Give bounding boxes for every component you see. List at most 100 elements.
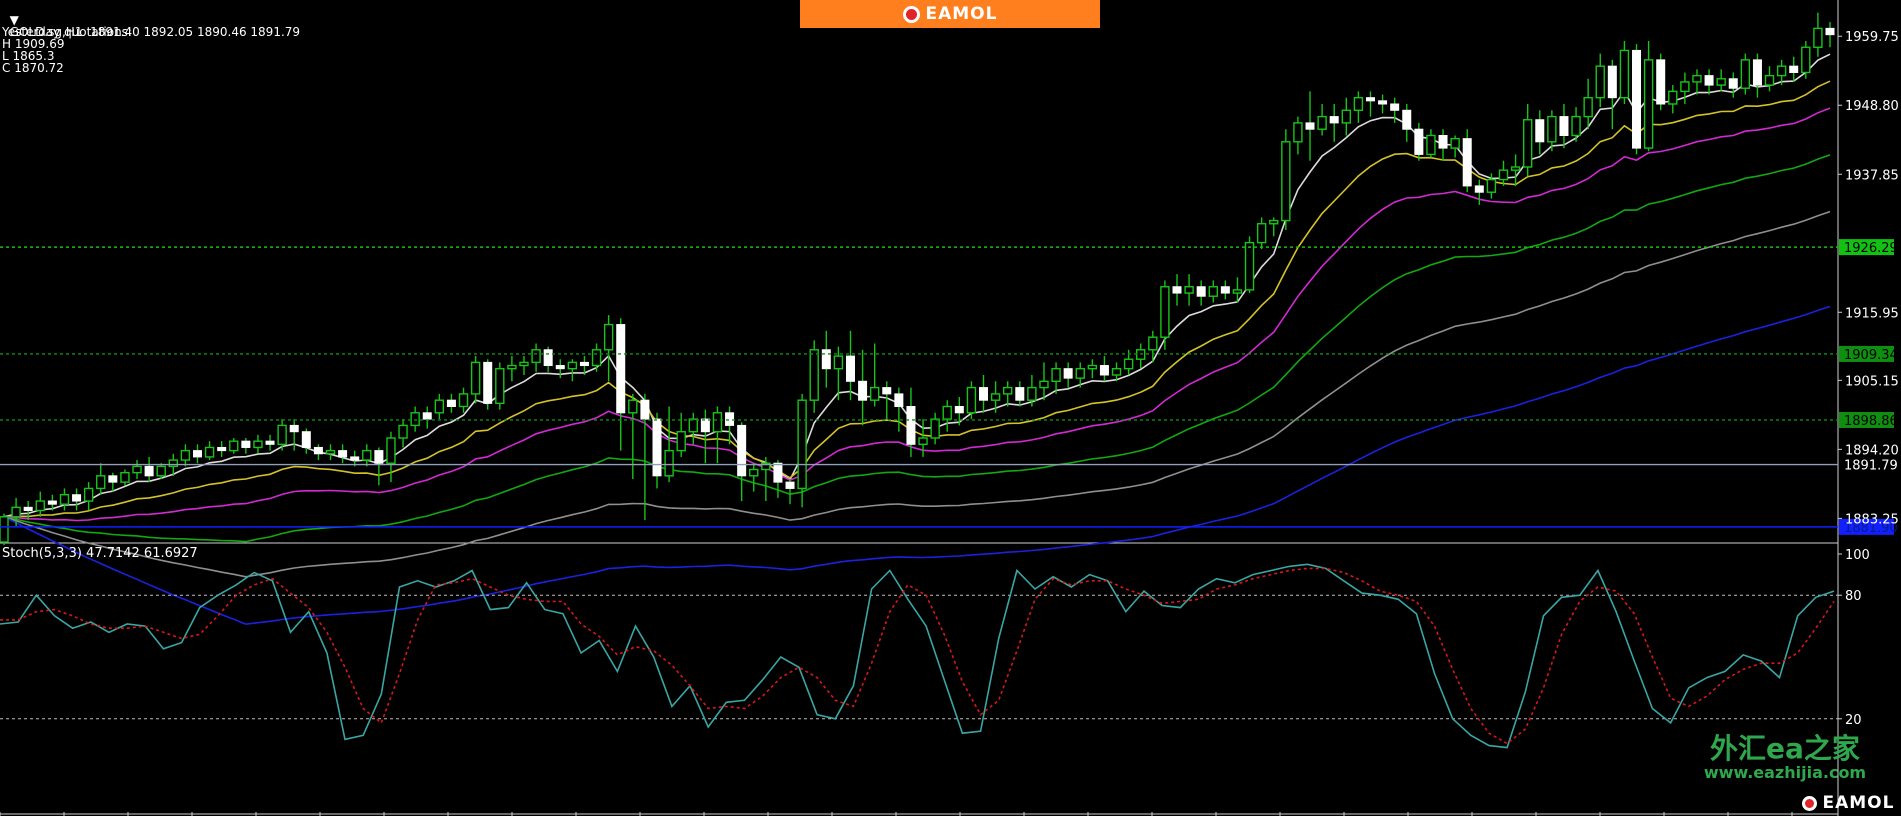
candle (398, 419, 408, 448)
candle-body-up (1317, 115, 1327, 130)
candle (628, 393, 638, 479)
candle-body-up (11, 506, 21, 518)
candle (434, 393, 445, 420)
candle-body-up (325, 449, 336, 455)
level-label: 1891.79 (1844, 459, 1898, 474)
candle-body-up (204, 446, 215, 458)
candle (543, 346, 553, 372)
candle-body-up (688, 418, 698, 433)
stoch-signal-line (0, 567, 1835, 745)
candle (1051, 362, 1061, 394)
candle-body-down (289, 424, 299, 433)
candle (422, 406, 432, 429)
candle-body-up (1039, 380, 1049, 389)
candle-body-down (23, 506, 33, 511)
candle (0, 513, 9, 546)
yesterday-close: C 1870.72 (2, 61, 64, 75)
candle-body-up (470, 361, 481, 395)
candlesticks (0, 12, 1835, 546)
candle (1535, 110, 1545, 155)
candle (144, 456, 154, 483)
candle-body-up (1269, 219, 1279, 225)
level-label: 1909.34 (1844, 348, 1898, 363)
candle (1378, 94, 1388, 114)
candle-body-down (737, 424, 747, 477)
candle (253, 434, 263, 454)
eamol-banner[interactable]: EAMOL (800, 0, 1100, 28)
candle-body-up (1801, 46, 1811, 74)
level-label: 1898.86 (1844, 414, 1898, 429)
candle (1136, 343, 1146, 369)
candle (785, 478, 795, 505)
candle (737, 422, 747, 502)
candle-body-up (1776, 65, 1787, 77)
eamol-logo-text: EAMOL (1822, 793, 1895, 813)
chart-canvas[interactable]: 1926.291909.341898.861891.791881.90 1959… (0, 0, 1901, 816)
candle-body-down (192, 450, 202, 458)
candle (470, 356, 481, 404)
candle (1208, 280, 1218, 303)
candle-body-down (217, 446, 227, 452)
candle-body-down (1414, 128, 1424, 155)
candle (1752, 53, 1762, 98)
candle-body-up (1087, 364, 1098, 370)
candle (712, 406, 723, 464)
candle (1704, 69, 1714, 95)
candle (96, 463, 106, 495)
candle (1196, 280, 1206, 306)
candle-body-down (1789, 65, 1799, 73)
candle-body-up (918, 437, 928, 446)
watermark-url: www.eazhijia.com (1703, 763, 1867, 782)
candle (1619, 40, 1630, 104)
candle-body-up (507, 364, 517, 370)
candle-body-down (1378, 100, 1388, 105)
eamol-logo-text: EAMOL (925, 4, 998, 24)
candle-body-up (1498, 169, 1509, 181)
candle-body-down (1607, 65, 1617, 99)
eamol-logo-icon (1801, 795, 1817, 811)
candle (446, 393, 456, 413)
stoch-axis-label: 100 (1845, 548, 1870, 563)
candle-body-down (700, 418, 710, 433)
candle-body-down (350, 456, 360, 461)
candle (567, 359, 578, 382)
candle-body-down (954, 406, 964, 414)
candle-body-up (1716, 78, 1726, 86)
candle-body-up (531, 349, 541, 364)
candle-body-down (422, 412, 432, 420)
candle-body-up (362, 449, 372, 461)
candle-body-down (1402, 109, 1412, 130)
candle-body-down (1632, 49, 1642, 149)
ma-magenta (3, 107, 1831, 522)
candle-body-up (567, 361, 578, 370)
candle-body-up (495, 367, 505, 405)
candle (1474, 179, 1484, 205)
stoch-axis-label: 20 (1845, 713, 1862, 728)
watermark-chinese: 外汇ea之家 (1710, 732, 1860, 765)
candle-body-down (1559, 116, 1569, 137)
candle (954, 397, 964, 426)
candle-body-up (1293, 122, 1303, 143)
candle-body-up (1148, 336, 1158, 351)
candle (1692, 69, 1702, 95)
candle (180, 444, 191, 467)
candle (217, 441, 227, 457)
candle (664, 406, 674, 483)
candle-body-up (1426, 134, 1436, 156)
candle-body-down (1099, 365, 1109, 376)
candle-body-down (1329, 116, 1339, 124)
candle (1498, 160, 1509, 186)
candle-body-up (1740, 59, 1751, 89)
ma-green (3, 154, 1831, 543)
candle (1668, 85, 1678, 114)
candle-body-up (1123, 358, 1134, 370)
candle (1353, 91, 1364, 123)
candle (930, 412, 940, 445)
candle-body-up (1002, 386, 1013, 395)
candle (845, 330, 855, 401)
candle-body-up (966, 386, 977, 414)
candle-body-down (108, 475, 118, 483)
candle-body-up (458, 393, 469, 408)
candle (1002, 381, 1013, 407)
candle-body-down (1063, 368, 1073, 379)
